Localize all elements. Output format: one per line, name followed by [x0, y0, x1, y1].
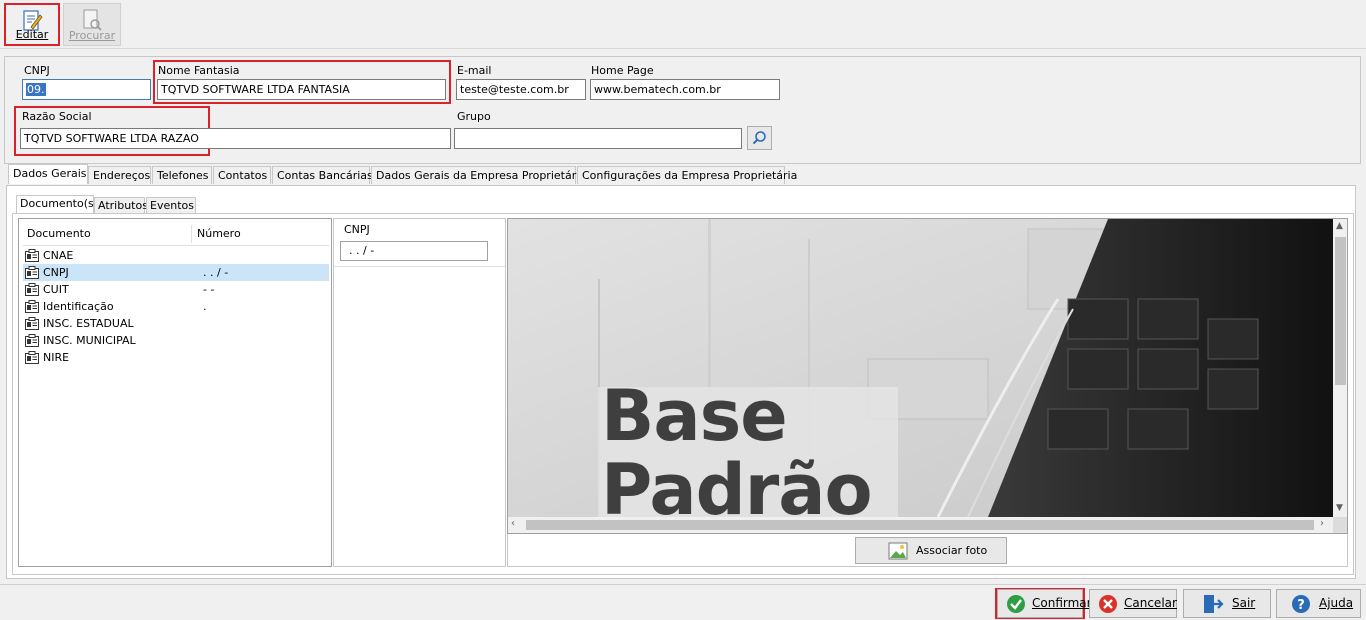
cancel-label: Cancelar [1124, 596, 1177, 610]
subtab-eventos[interactable]: Eventos [146, 197, 196, 214]
cancel-button[interactable]: Cancelar [1089, 589, 1177, 618]
horizontal-scroll-thumb[interactable] [526, 520, 1314, 530]
scroll-right-icon[interactable]: › [1320, 518, 1324, 529]
cnpj-input-value: 09. [26, 83, 46, 96]
detail-divider [334, 266, 505, 267]
document-name: Identificação [43, 300, 114, 313]
scroll-up-icon[interactable]: ▲ [1336, 221, 1343, 231]
tab-configuracoes-empresa[interactable]: Configurações da Empresa Proprietária [577, 166, 797, 184]
search-button-label: Procurar [68, 29, 116, 42]
fantasy-input[interactable]: TQTVD SOFTWARE LTDA FANTASIA [157, 79, 446, 100]
sub-tabs: Documento(s) Atributos Eventos [16, 195, 1350, 214]
main-tabs: Dados Gerais Endereços Telefones Contato… [8, 164, 1358, 185]
document-row[interactable]: CNPJ . . / - [23, 264, 329, 281]
horizontal-scrollbar[interactable]: ‹ › [508, 517, 1333, 533]
exit-button[interactable]: Sair [1183, 589, 1271, 618]
photo-viewer: Base Padrão ▲ ▼ ‹ › [507, 218, 1348, 534]
photo-text: Base Padrão [601, 375, 873, 531]
document-name: INSC. ESTADUAL [43, 317, 134, 330]
document-row[interactable]: INSC. ESTADUAL [23, 315, 329, 332]
magnifier-icon [752, 131, 766, 145]
document-row[interactable]: INSC. MUNICIPAL [23, 332, 329, 349]
group-input[interactable] [454, 128, 742, 149]
document-name: CNPJ [43, 266, 69, 279]
tab-telefones[interactable]: Telefones [152, 166, 212, 184]
document-name: NIRE [43, 351, 70, 364]
column-divider [191, 225, 192, 243]
svg-text:?: ? [1297, 598, 1305, 613]
document-row[interactable]: CUIT - - [23, 281, 329, 298]
vertical-scrollbar[interactable]: ▲ ▼ [1333, 219, 1347, 517]
footer-divider [0, 584, 1366, 585]
photo-text-line2: Padrão [601, 449, 873, 531]
confirm-button[interactable]: Confirmar [997, 589, 1092, 618]
tab-contatos[interactable]: Contatos [213, 166, 271, 184]
email-input[interactable]: teste@teste.com.br [456, 79, 586, 100]
detail-cnpj-input[interactable]: . . / - [340, 241, 488, 261]
associate-photo-label: Associar foto [916, 544, 988, 557]
document-card-icon [25, 283, 39, 296]
document-number: . . / - [203, 266, 229, 279]
document-name: CNAE [43, 249, 74, 262]
tab-dados-empresa[interactable]: Dados Gerais da Empresa Proprietária [371, 166, 586, 184]
cnpj-input[interactable]: 09. [22, 79, 151, 100]
group-label: Grupo [457, 110, 491, 123]
razao-label: Razão Social [22, 110, 92, 123]
detail-cnpj-label: CNPJ [344, 223, 370, 236]
document-number: . [203, 300, 207, 313]
document-name: CUIT [43, 283, 69, 296]
vertical-scroll-thumb[interactable] [1335, 237, 1346, 385]
cnpj-label: CNPJ [24, 64, 50, 77]
tab-contas-bancarias[interactable]: Contas Bancárias [272, 166, 373, 184]
associate-photo-button[interactable]: Associar foto [855, 537, 1007, 564]
document-card-icon [25, 334, 39, 347]
tab-dados-gerais[interactable]: Dados Gerais [8, 164, 88, 184]
document-row[interactable]: CNAE [23, 247, 329, 264]
scroll-left-icon[interactable]: ‹ [511, 518, 515, 529]
toolbar: Editar Procurar [0, 0, 1366, 49]
column-number[interactable]: Número [197, 227, 241, 240]
document-detail-panel: CNPJ . . / - [333, 218, 506, 567]
homepage-label: Home Page [591, 64, 654, 77]
exit-door-icon [1204, 595, 1224, 613]
document-card-icon [25, 317, 39, 330]
group-search-button[interactable] [747, 126, 772, 150]
subtab-atributos[interactable]: Atributos [94, 197, 148, 214]
document-card-icon [25, 266, 39, 279]
tab-enderecos[interactable]: Endereços [88, 166, 151, 184]
homepage-input[interactable]: www.bematech.com.br [590, 79, 780, 100]
exit-label: Sair [1232, 596, 1256, 610]
document-number: - - [203, 283, 215, 296]
confirm-label: Confirmar [1032, 596, 1092, 610]
fantasy-label: Nome Fantasia [158, 64, 240, 77]
picture-icon [888, 542, 908, 560]
search-button[interactable]: Procurar [63, 3, 121, 46]
document-row[interactable]: Identificação. [23, 298, 329, 315]
document-row[interactable]: NIRE [23, 349, 329, 366]
document-name: INSC. MUNICIPAL [43, 334, 136, 347]
cancel-circle-icon [1099, 595, 1117, 613]
document-card-icon [25, 249, 39, 262]
edit-button[interactable]: Editar [4, 3, 60, 46]
document-list-header: Documento Número [23, 225, 329, 246]
document-list: Documento Número CNAE CNPJ . . / - CUIT - - I… [18, 218, 332, 567]
document-card-icon [25, 351, 39, 364]
document-card-icon [25, 300, 39, 313]
razao-input[interactable]: TQTVD SOFTWARE LTDA RAZAO [20, 128, 451, 149]
edit-button-label: Editar [15, 28, 49, 41]
photo-text-line1: Base [601, 375, 788, 457]
help-circle-icon: ? [1292, 595, 1310, 613]
help-button[interactable]: ? Ajuda [1276, 589, 1361, 618]
help-label: Ajuda [1319, 596, 1354, 610]
scroll-down-icon[interactable]: ▼ [1336, 503, 1343, 513]
column-document[interactable]: Documento [27, 227, 91, 240]
subtab-documentos[interactable]: Documento(s) [16, 195, 98, 214]
email-label: E-mail [457, 64, 492, 77]
check-circle-icon [1007, 595, 1025, 613]
